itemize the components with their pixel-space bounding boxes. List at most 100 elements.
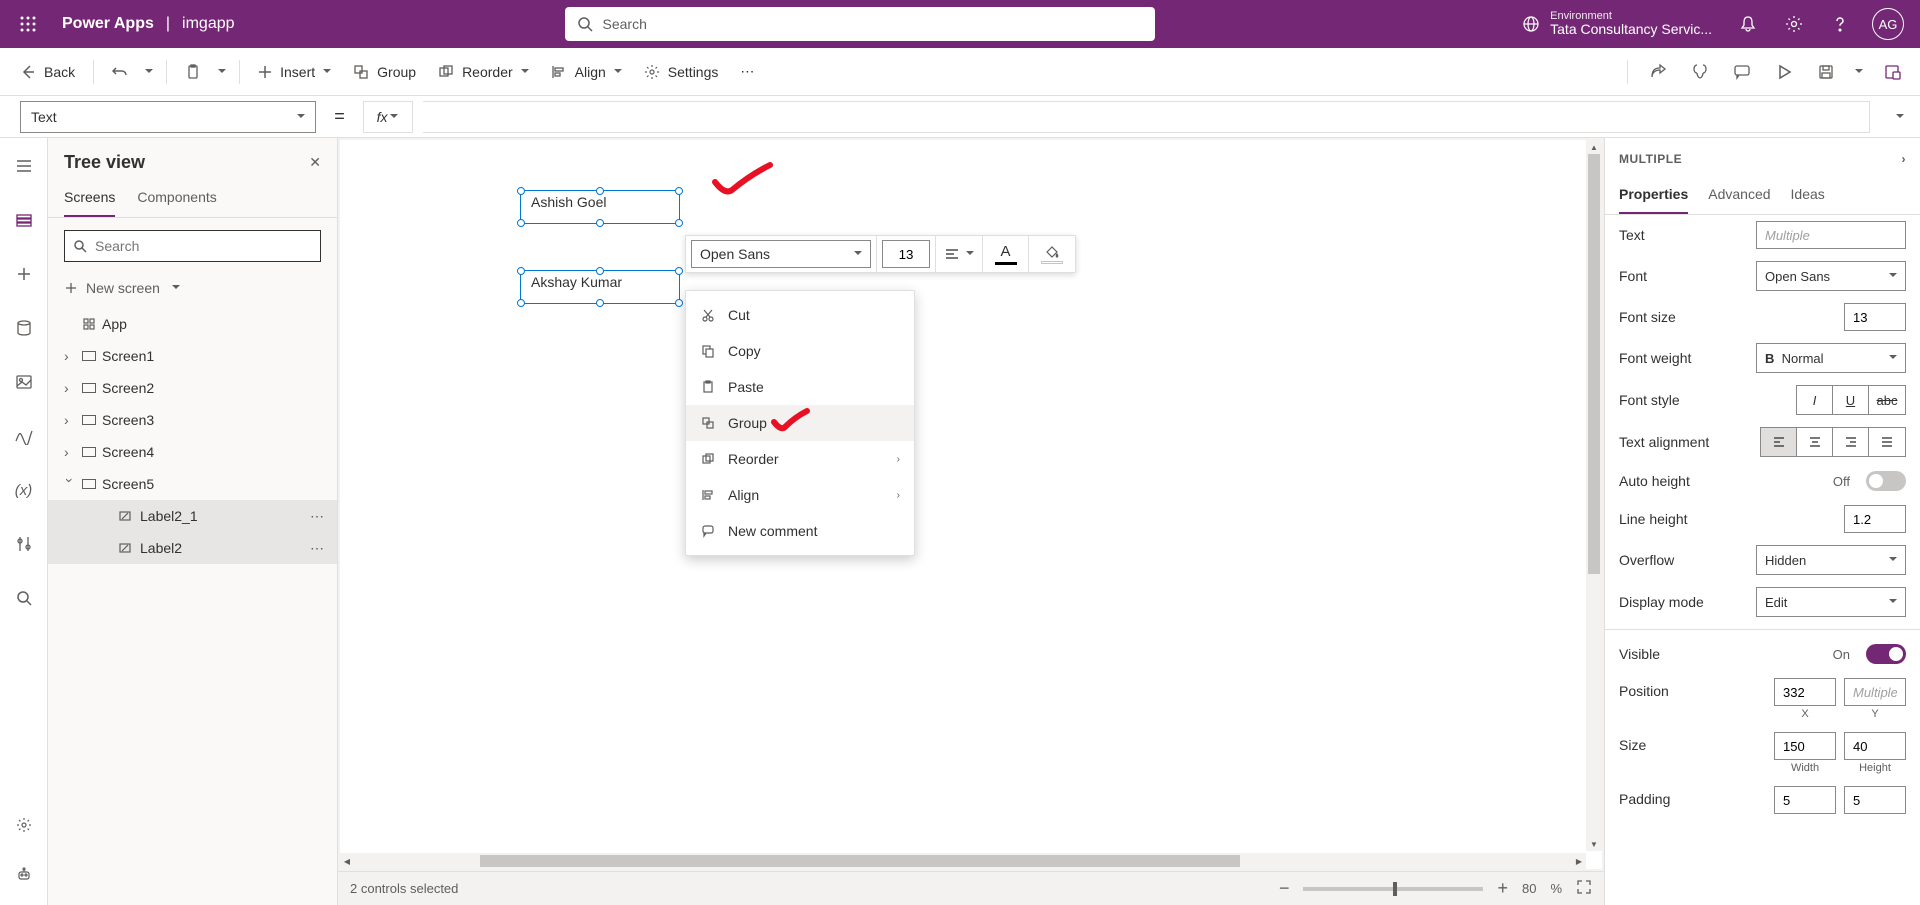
mini-fontsize-input[interactable]	[882, 240, 930, 268]
selected-label-1[interactable]: Ashish Goel	[520, 190, 680, 224]
rail-treeview[interactable]	[6, 202, 42, 238]
scroll-down-arrow[interactable]: ▼	[1586, 837, 1602, 851]
mini-font-color[interactable]: A	[983, 236, 1029, 272]
align-justify-button[interactable]	[1869, 428, 1905, 456]
zoom-in-button[interactable]: +	[1497, 878, 1508, 899]
fx-button[interactable]: fx	[363, 101, 413, 133]
rail-media[interactable]	[6, 364, 42, 400]
scroll-left-arrow[interactable]: ◀	[340, 853, 354, 869]
checker-button[interactable]	[1682, 54, 1718, 90]
comments-button[interactable]	[1724, 54, 1760, 90]
preview-button[interactable]	[1766, 54, 1802, 90]
tree-screen1[interactable]: ›Screen1	[48, 340, 337, 372]
ctx-new-comment[interactable]: New comment	[686, 513, 914, 549]
back-button[interactable]: Back	[10, 55, 85, 89]
ctx-cut[interactable]: Cut	[686, 297, 914, 333]
rail-hamburger[interactable]	[6, 148, 42, 184]
rail-insert[interactable]	[6, 256, 42, 292]
scroll-right-arrow[interactable]: ▶	[1572, 853, 1586, 869]
ctx-align[interactable]: Align ›	[686, 477, 914, 513]
tab-properties[interactable]: Properties	[1619, 176, 1688, 214]
prop-text-input[interactable]	[1756, 221, 1906, 249]
zoom-slider[interactable]	[1303, 887, 1483, 891]
canvas-vertical-scrollbar[interactable]: ▲ ▼	[1586, 140, 1602, 851]
tree-label2-1[interactable]: Label2_1 ⋯	[48, 500, 337, 532]
prop-displaymode-select[interactable]: Edit	[1756, 587, 1906, 617]
prop-lineheight-input[interactable]	[1844, 505, 1906, 533]
underline-button[interactable]: U	[1833, 386, 1869, 414]
mini-align-button[interactable]	[936, 236, 983, 272]
prop-width-input[interactable]	[1774, 732, 1836, 760]
scrollbar-thumb[interactable]	[1588, 154, 1600, 574]
tree-screen5[interactable]: ›Screen5	[48, 468, 337, 500]
panel-expand-icon[interactable]: ›	[1902, 152, 1907, 166]
user-avatar[interactable]: AG	[1872, 8, 1904, 40]
settings-button[interactable]: Settings	[634, 55, 729, 89]
ctx-copy[interactable]: Copy	[686, 333, 914, 369]
strike-button[interactable]: abc	[1869, 386, 1905, 414]
tree-search[interactable]	[64, 230, 321, 262]
canvas[interactable]: Ashish Goel Akshay Kumar Open S	[340, 140, 1602, 869]
align-right-button[interactable]	[1833, 428, 1869, 456]
prop-fontsize-input[interactable]	[1844, 303, 1906, 331]
ctx-reorder[interactable]: Reorder ›	[686, 441, 914, 477]
rail-advanced-tools[interactable]	[6, 526, 42, 562]
close-tree-icon[interactable]: ✕	[309, 154, 321, 171]
node-more-icon[interactable]: ⋯	[310, 508, 325, 525]
insert-button[interactable]: Insert	[248, 55, 341, 89]
prop-autoheight-toggle[interactable]	[1866, 471, 1906, 491]
prop-fontweight-select[interactable]: B Normal	[1756, 343, 1906, 373]
prop-padtop-input[interactable]	[1774, 786, 1836, 814]
prop-visible-toggle[interactable]	[1866, 644, 1906, 664]
new-screen-button[interactable]: New screen	[48, 274, 337, 302]
align-center-button[interactable]	[1797, 428, 1833, 456]
ctx-group[interactable]: Group	[686, 405, 914, 441]
prop-overflow-select[interactable]: Hidden	[1756, 545, 1906, 575]
mini-font-select[interactable]: Open Sans	[691, 240, 871, 268]
reorder-button[interactable]: Reorder	[428, 55, 539, 89]
rail-settings[interactable]	[6, 807, 42, 843]
rail-search[interactable]	[6, 580, 42, 616]
paste-button[interactable]	[175, 55, 211, 89]
undo-button[interactable]	[102, 55, 138, 89]
undo-split[interactable]	[140, 64, 158, 80]
save-split[interactable]	[1850, 64, 1868, 80]
environment-picker[interactable]: Environment Tata Consultancy Servic...	[1522, 10, 1712, 37]
formula-input[interactable]	[423, 101, 1870, 133]
prop-x-input[interactable]	[1774, 678, 1836, 706]
node-more-icon[interactable]: ⋯	[310, 540, 325, 557]
tree-search-input[interactable]	[95, 238, 312, 254]
scrollbar-thumb[interactable]	[480, 855, 1240, 867]
align-button[interactable]: Align	[541, 55, 632, 89]
help-icon[interactable]	[1818, 2, 1862, 46]
tab-components[interactable]: Components	[137, 189, 216, 217]
save-button[interactable]	[1808, 54, 1844, 90]
tree-app-node[interactable]: App	[48, 308, 337, 340]
rail-flows[interactable]	[6, 418, 42, 454]
zoom-out-button[interactable]: −	[1279, 878, 1290, 899]
share-button[interactable]	[1640, 54, 1676, 90]
notifications-icon[interactable]	[1726, 2, 1770, 46]
selected-label-2[interactable]: Akshay Kumar	[520, 270, 680, 304]
fit-screen-button[interactable]	[1576, 879, 1592, 898]
global-search[interactable]: Search	[565, 7, 1155, 41]
ctx-paste[interactable]: Paste	[686, 369, 914, 405]
mini-fill-color[interactable]	[1029, 236, 1075, 272]
tree-screen3[interactable]: ›Screen3	[48, 404, 337, 436]
product-name[interactable]: Power Apps	[62, 15, 154, 33]
prop-height-input[interactable]	[1844, 732, 1906, 760]
settings-icon[interactable]	[1772, 2, 1816, 46]
rail-data[interactable]	[6, 310, 42, 346]
publish-button[interactable]	[1874, 54, 1910, 90]
rail-virtual-agent[interactable]	[6, 857, 42, 893]
align-left-button[interactable]	[1761, 428, 1797, 456]
group-button[interactable]: Group	[343, 55, 426, 89]
property-selector[interactable]: Text	[20, 101, 316, 133]
more-button[interactable]: ⋯	[730, 55, 764, 89]
paste-split[interactable]	[213, 64, 231, 80]
tab-ideas[interactable]: Ideas	[1791, 176, 1825, 214]
app-name[interactable]: imgapp	[182, 15, 234, 33]
prop-padbottom-input[interactable]	[1844, 786, 1906, 814]
tab-advanced[interactable]: Advanced	[1708, 176, 1770, 214]
prop-font-select[interactable]: Open Sans	[1756, 261, 1906, 291]
